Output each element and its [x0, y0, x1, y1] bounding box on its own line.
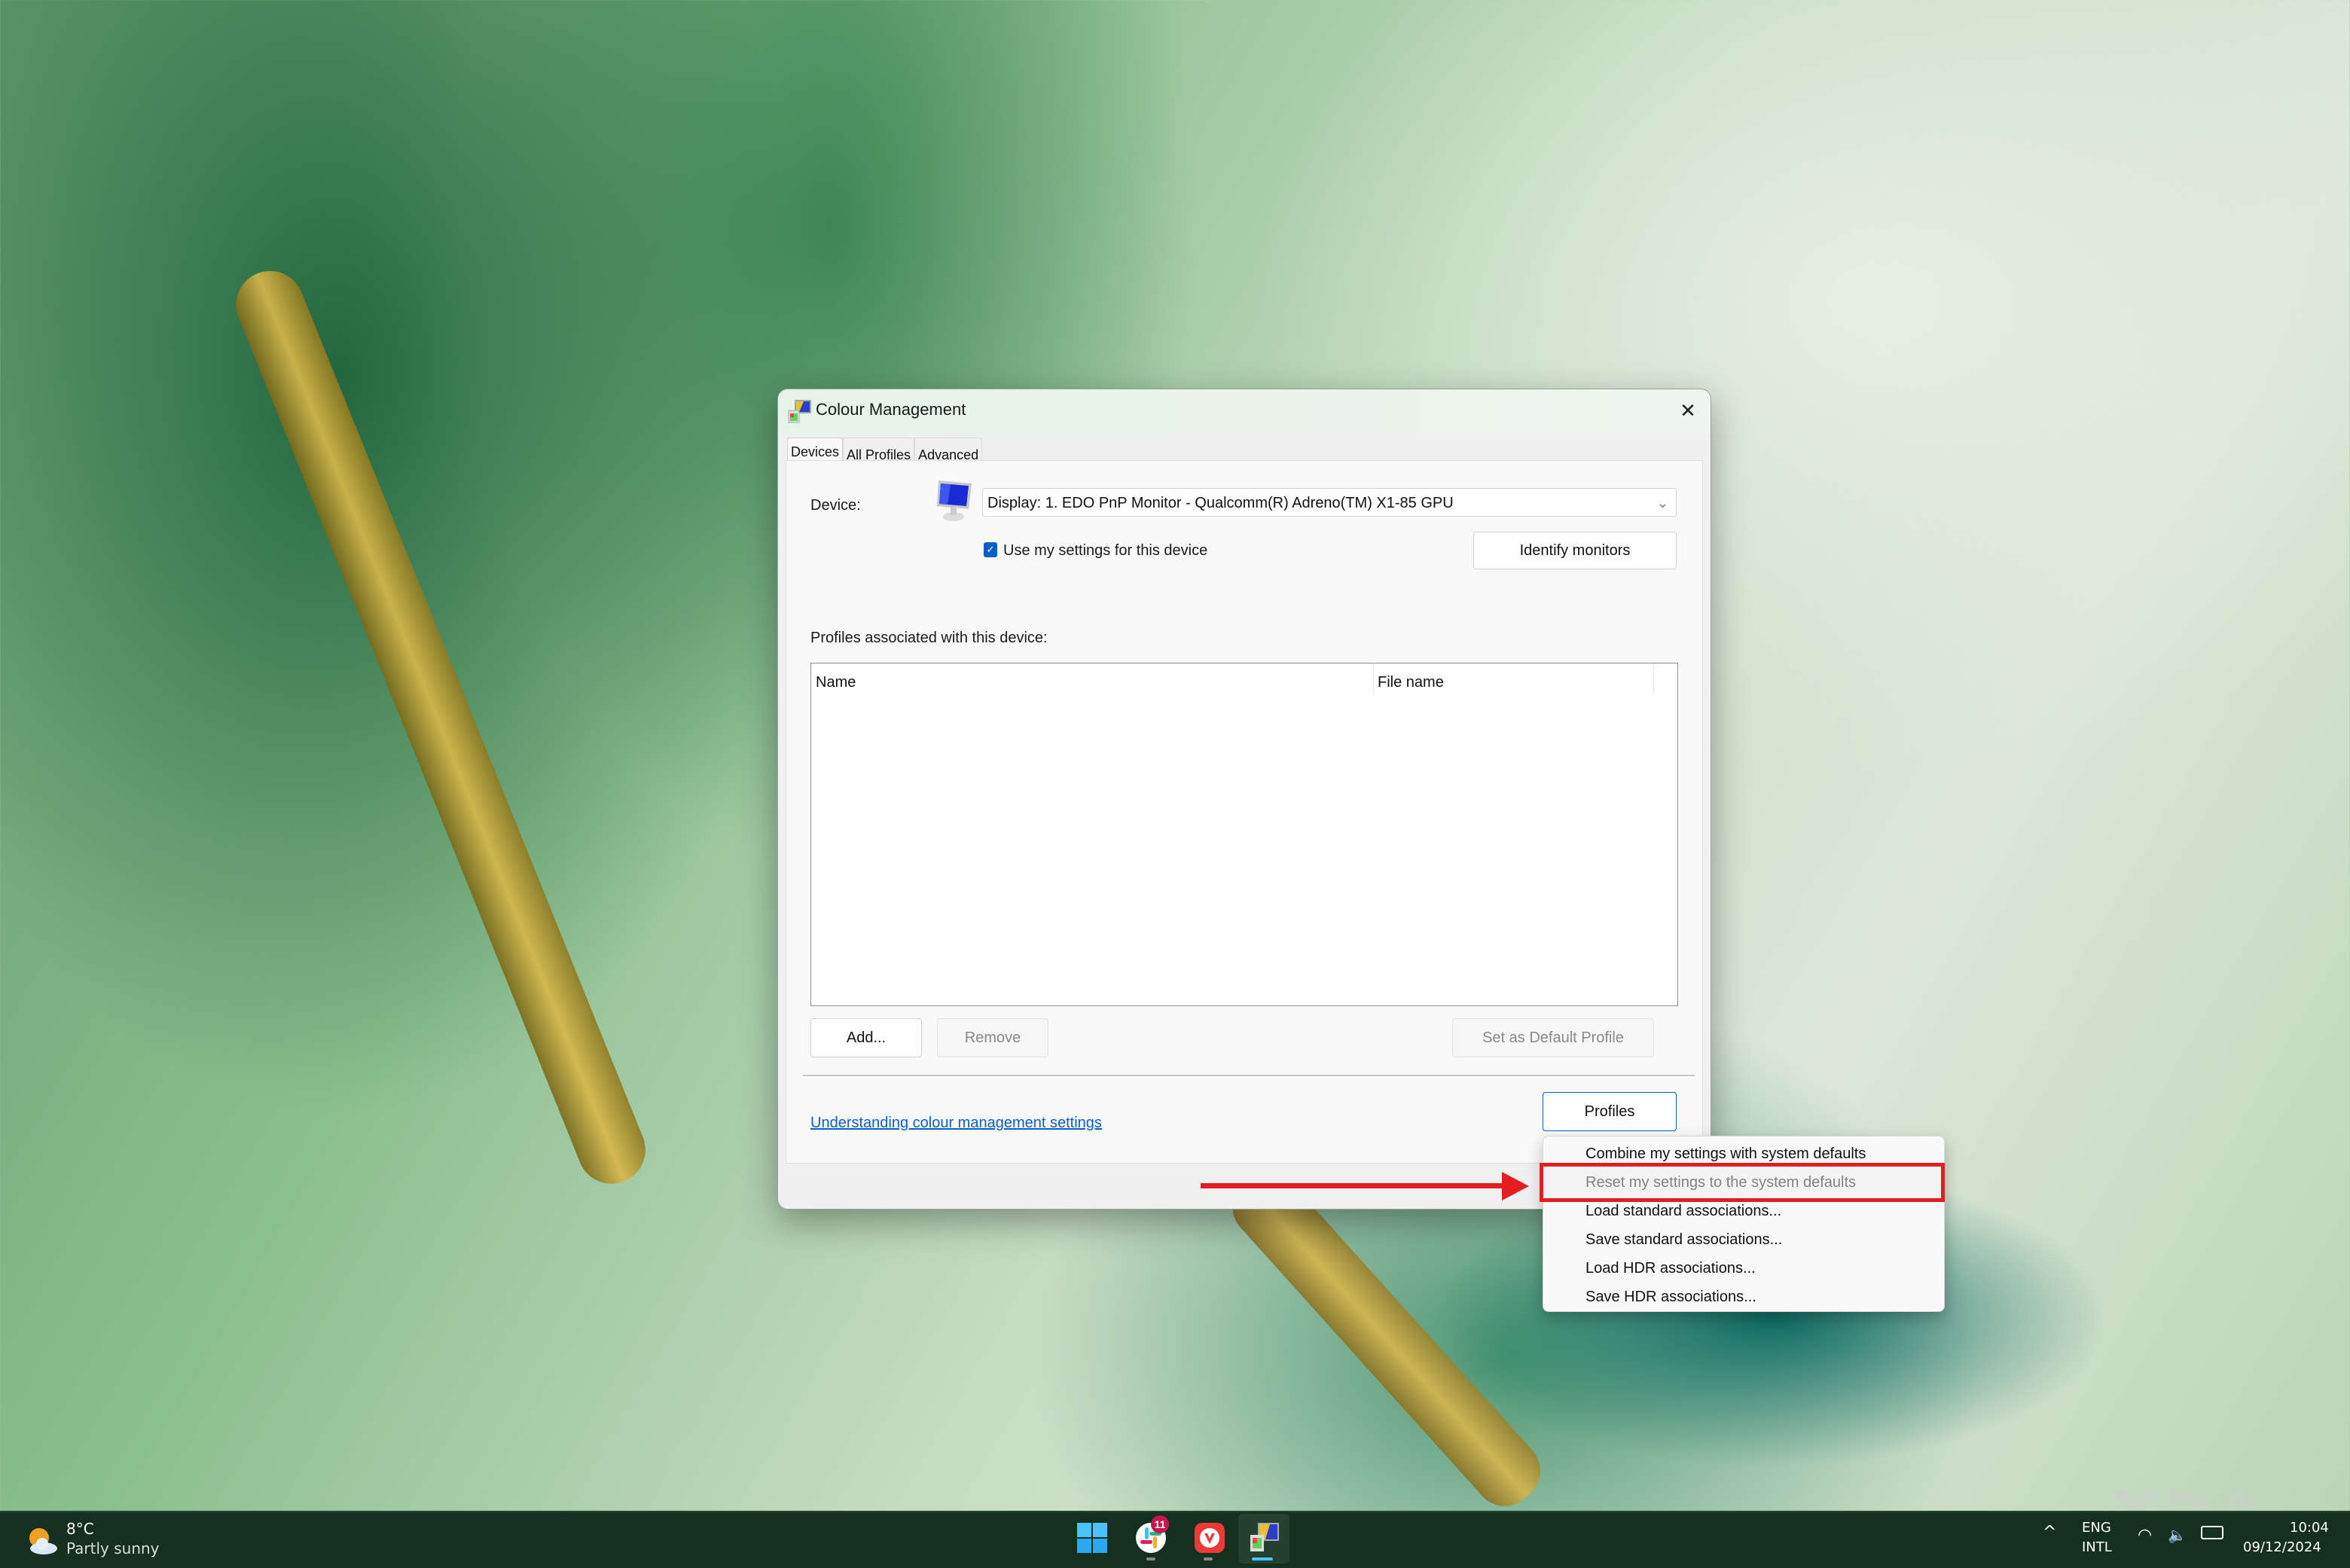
wallpaper-ribbon — [226, 261, 656, 1194]
profiles-list[interactable]: Name File name — [810, 663, 1678, 1006]
active-indicator — [1252, 1557, 1273, 1560]
weather-description[interactable]: Partly sunny — [66, 1539, 160, 1557]
help-link[interactable]: Understanding colour management settings — [810, 1115, 1102, 1132]
running-indicator — [1204, 1557, 1213, 1560]
profiles-button[interactable]: Profiles — [1543, 1092, 1677, 1131]
use-my-settings-checkbox[interactable]: ✓ — [984, 542, 997, 557]
identify-monitors-button[interactable]: Identify monitors — [1473, 532, 1677, 569]
menu-item-load-standard[interactable]: Load standard associations... — [1585, 1203, 1781, 1220]
use-my-settings-label[interactable]: Use my settings for this device — [1003, 542, 1207, 560]
column-separator[interactable] — [1373, 665, 1374, 694]
window-title: Colour Management — [816, 400, 966, 419]
annotation-arrow-head — [1502, 1172, 1529, 1200]
notification-badge: 11 — [1151, 1515, 1169, 1533]
taskbar — [0, 1511, 2350, 1568]
menu-item-save-standard[interactable]: Save standard associations... — [1585, 1231, 1782, 1249]
device-label: Device: — [810, 497, 861, 514]
column-header-name[interactable]: Name — [816, 674, 856, 691]
set-default-profile-button[interactable]: Set as Default Profile — [1452, 1018, 1654, 1057]
remove-button[interactable]: Remove — [937, 1018, 1048, 1057]
close-icon: ✕ — [1680, 398, 1696, 422]
column-separator[interactable] — [1653, 665, 1654, 694]
colour-management-icon — [788, 400, 811, 423]
chevron-down-icon: ⌄ — [1656, 496, 1668, 511]
language-bottom[interactable]: INTL — [2082, 1539, 2112, 1555]
annotation-arrow — [1201, 1183, 1509, 1188]
menu-item-load-hdr[interactable]: Load HDR associations... — [1585, 1260, 1756, 1277]
device-dropdown-value: Display: 1. EDO PnP Monitor - Qualcomm(R… — [987, 495, 1454, 511]
column-header-file-name[interactable]: File name — [1378, 674, 1444, 691]
clock-time[interactable]: 10:04 — [2290, 1520, 2329, 1536]
add-button[interactable]: Add... — [810, 1018, 922, 1057]
weather-temperature[interactable]: 8°C — [66, 1520, 94, 1538]
wifi-icon[interactable]: ◠ — [2138, 1526, 2152, 1545]
title-bar[interactable]: Colour Management ✕ — [778, 389, 1711, 435]
close-button[interactable]: ✕ — [1665, 389, 1711, 432]
battery-icon[interactable] — [2201, 1526, 2223, 1539]
running-indicator — [1146, 1557, 1155, 1560]
language-top[interactable]: ENG — [2082, 1520, 2111, 1536]
profiles-associated-label: Profiles associated with this device: — [810, 630, 1048, 646]
menu-item-save-hdr[interactable]: Save HDR associations... — [1585, 1289, 1756, 1306]
annotation-highlight-box — [1540, 1163, 1945, 1202]
windows-logo-icon[interactable] — [1076, 1521, 1109, 1554]
device-dropdown[interactable]: Display: 1. EDO PnP Monitor - Qualcomm(R… — [982, 488, 1677, 517]
show-hidden-icons-chevron-icon[interactable]: ^ — [2043, 1523, 2056, 1542]
clock-date[interactable]: 09/12/2024 — [2243, 1539, 2321, 1555]
vivaldi-icon[interactable] — [1193, 1521, 1226, 1554]
checkmark-icon: ✓ — [986, 544, 995, 555]
monitor-icon — [937, 480, 972, 521]
section-divider — [803, 1075, 1695, 1076]
colour-management-taskbar-icon[interactable] — [1247, 1521, 1280, 1554]
weather-partly-sunny-icon[interactable] — [26, 1526, 59, 1556]
menu-item-combine[interactable]: Combine my settings with system defaults — [1585, 1145, 1866, 1163]
volume-icon[interactable]: 🔈 — [2168, 1526, 2187, 1544]
